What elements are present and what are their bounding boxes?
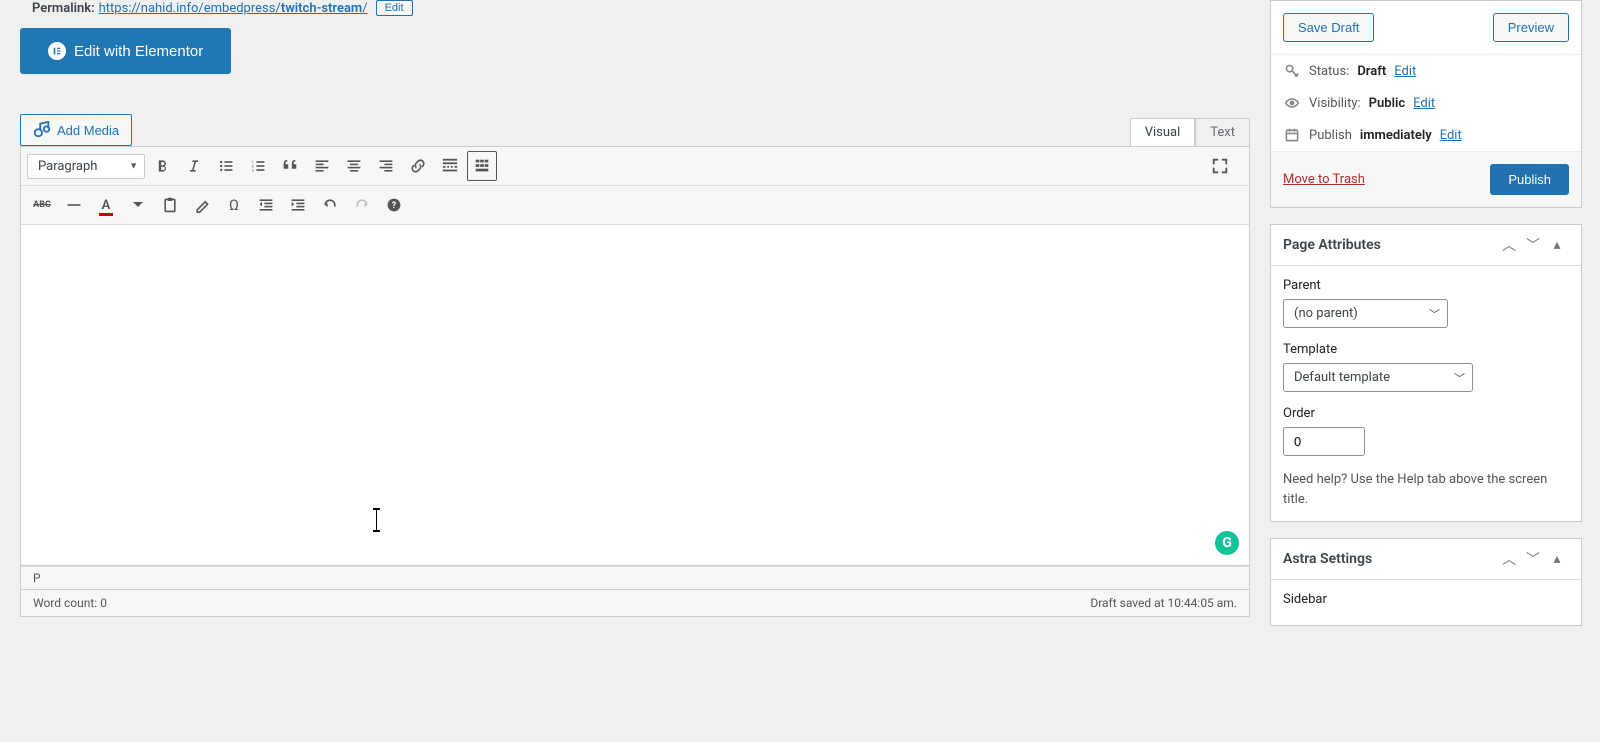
parent-label: Parent bbox=[1283, 278, 1569, 293]
status-value: Draft bbox=[1357, 64, 1386, 79]
permalink-label: Permalink: bbox=[32, 1, 95, 16]
horizontal-rule-button[interactable] bbox=[59, 190, 89, 220]
add-media-button[interactable]: Add Media bbox=[20, 114, 132, 146]
chevron-down-icon[interactable]: ﹀ bbox=[1521, 549, 1545, 569]
clear-formatting-button[interactable] bbox=[187, 190, 217, 220]
publish-date-edit-link[interactable]: Edit bbox=[1440, 128, 1462, 143]
publish-button[interactable]: Publish bbox=[1490, 164, 1569, 195]
bold-button[interactable] bbox=[147, 151, 177, 181]
visibility-edit-link[interactable]: Edit bbox=[1413, 96, 1435, 111]
redo-button[interactable] bbox=[347, 190, 377, 220]
chevron-up-icon[interactable]: ︿ bbox=[1497, 235, 1521, 255]
outdent-button[interactable] bbox=[251, 190, 281, 220]
collapse-toggle-icon[interactable]: ▴ bbox=[1545, 237, 1569, 253]
strikethrough-button[interactable]: ABC bbox=[27, 190, 57, 220]
eye-icon bbox=[1283, 95, 1301, 111]
chevron-up-icon[interactable]: ︿ bbox=[1497, 549, 1521, 569]
tab-visual[interactable]: Visual bbox=[1130, 118, 1196, 146]
blockquote-button[interactable] bbox=[275, 151, 305, 181]
astra-settings-box: Astra Settings ︿ ﹀ ▴ Sidebar bbox=[1270, 538, 1582, 626]
order-label: Order bbox=[1283, 406, 1569, 421]
special-char-button[interactable]: Ω bbox=[219, 190, 249, 220]
word-count: Word count: 0 bbox=[33, 596, 107, 610]
add-media-label: Add Media bbox=[57, 123, 119, 138]
page-attributes-box: Page Attributes ︿ ﹀ ▴ Parent (no parent)… bbox=[1270, 224, 1582, 522]
tab-text[interactable]: Text bbox=[1195, 118, 1250, 146]
editor-path: P bbox=[20, 566, 1250, 589]
edit-with-elementor-button[interactable]: Edit with Elementor bbox=[20, 28, 231, 74]
permalink-base: https://nahid.info/embedpress/ bbox=[99, 1, 281, 16]
calendar-icon bbox=[1283, 127, 1301, 143]
astra-sidebar-label: Sidebar bbox=[1283, 592, 1569, 607]
italic-button[interactable] bbox=[179, 151, 209, 181]
visibility-value: Public bbox=[1369, 96, 1405, 111]
media-icon bbox=[33, 121, 51, 139]
elementor-button-label: Edit with Elementor bbox=[74, 43, 203, 60]
grammarly-icon[interactable]: G bbox=[1215, 531, 1239, 555]
editor-content-area[interactable]: G bbox=[21, 225, 1249, 565]
template-select[interactable]: Default template bbox=[1283, 363, 1473, 392]
help-button[interactable]: ? bbox=[379, 190, 409, 220]
undo-button[interactable] bbox=[315, 190, 345, 220]
elementor-icon bbox=[48, 42, 66, 60]
parent-select[interactable]: (no parent) bbox=[1283, 299, 1448, 328]
publish-date-value: immediately bbox=[1360, 128, 1432, 143]
paste-button[interactable] bbox=[155, 190, 185, 220]
indent-button[interactable] bbox=[283, 190, 313, 220]
chevron-down-icon[interactable]: ﹀ bbox=[1521, 235, 1545, 255]
bullet-list-button[interactable] bbox=[211, 151, 241, 181]
permalink-slug: twitch-stream bbox=[281, 1, 362, 16]
order-input[interactable] bbox=[1283, 427, 1365, 456]
collapse-toggle-icon[interactable]: ▴ bbox=[1545, 551, 1569, 567]
key-icon bbox=[1283, 63, 1301, 79]
link-button[interactable] bbox=[403, 151, 433, 181]
page-attributes-title: Page Attributes bbox=[1283, 237, 1497, 253]
svg-text:3: 3 bbox=[252, 168, 254, 173]
permalink-link[interactable]: https://nahid.info/embedpress/twitch-str… bbox=[99, 1, 368, 16]
format-select[interactable]: Paragraph bbox=[27, 154, 145, 179]
publish-date-label: Publish bbox=[1309, 128, 1352, 143]
status-edit-link[interactable]: Edit bbox=[1394, 64, 1416, 79]
text-cursor-icon bbox=[376, 510, 377, 530]
template-label: Template bbox=[1283, 342, 1569, 357]
visibility-label: Visibility: bbox=[1309, 96, 1361, 111]
text-color-dropdown[interactable] bbox=[123, 190, 153, 220]
save-draft-button[interactable]: Save Draft bbox=[1283, 13, 1374, 42]
page-attributes-help: Need help? Use the Help tab above the sc… bbox=[1283, 470, 1569, 509]
edit-permalink-button[interactable]: Edit bbox=[376, 0, 413, 16]
draft-saved-status: Draft saved at 10:44:05 am. bbox=[1090, 596, 1237, 610]
move-to-trash-link[interactable]: Move to Trash bbox=[1283, 172, 1365, 187]
toolbar-toggle-button[interactable] bbox=[467, 151, 497, 181]
status-label: Status: bbox=[1309, 64, 1349, 79]
align-center-button[interactable] bbox=[339, 151, 369, 181]
text-color-button[interactable]: A bbox=[91, 190, 121, 220]
fullscreen-button[interactable] bbox=[1205, 151, 1235, 181]
svg-text:?: ? bbox=[392, 201, 397, 211]
permalink-trail: / bbox=[362, 1, 367, 16]
preview-button[interactable]: Preview bbox=[1493, 13, 1569, 42]
astra-settings-title: Astra Settings bbox=[1283, 551, 1497, 567]
readmore-button[interactable] bbox=[435, 151, 465, 181]
align-right-button[interactable] bbox=[371, 151, 401, 181]
numbered-list-button[interactable]: 123 bbox=[243, 151, 273, 181]
publish-box: Save Draft Preview Status: Draft Edit Vi… bbox=[1270, 0, 1582, 208]
align-left-button[interactable] bbox=[307, 151, 337, 181]
